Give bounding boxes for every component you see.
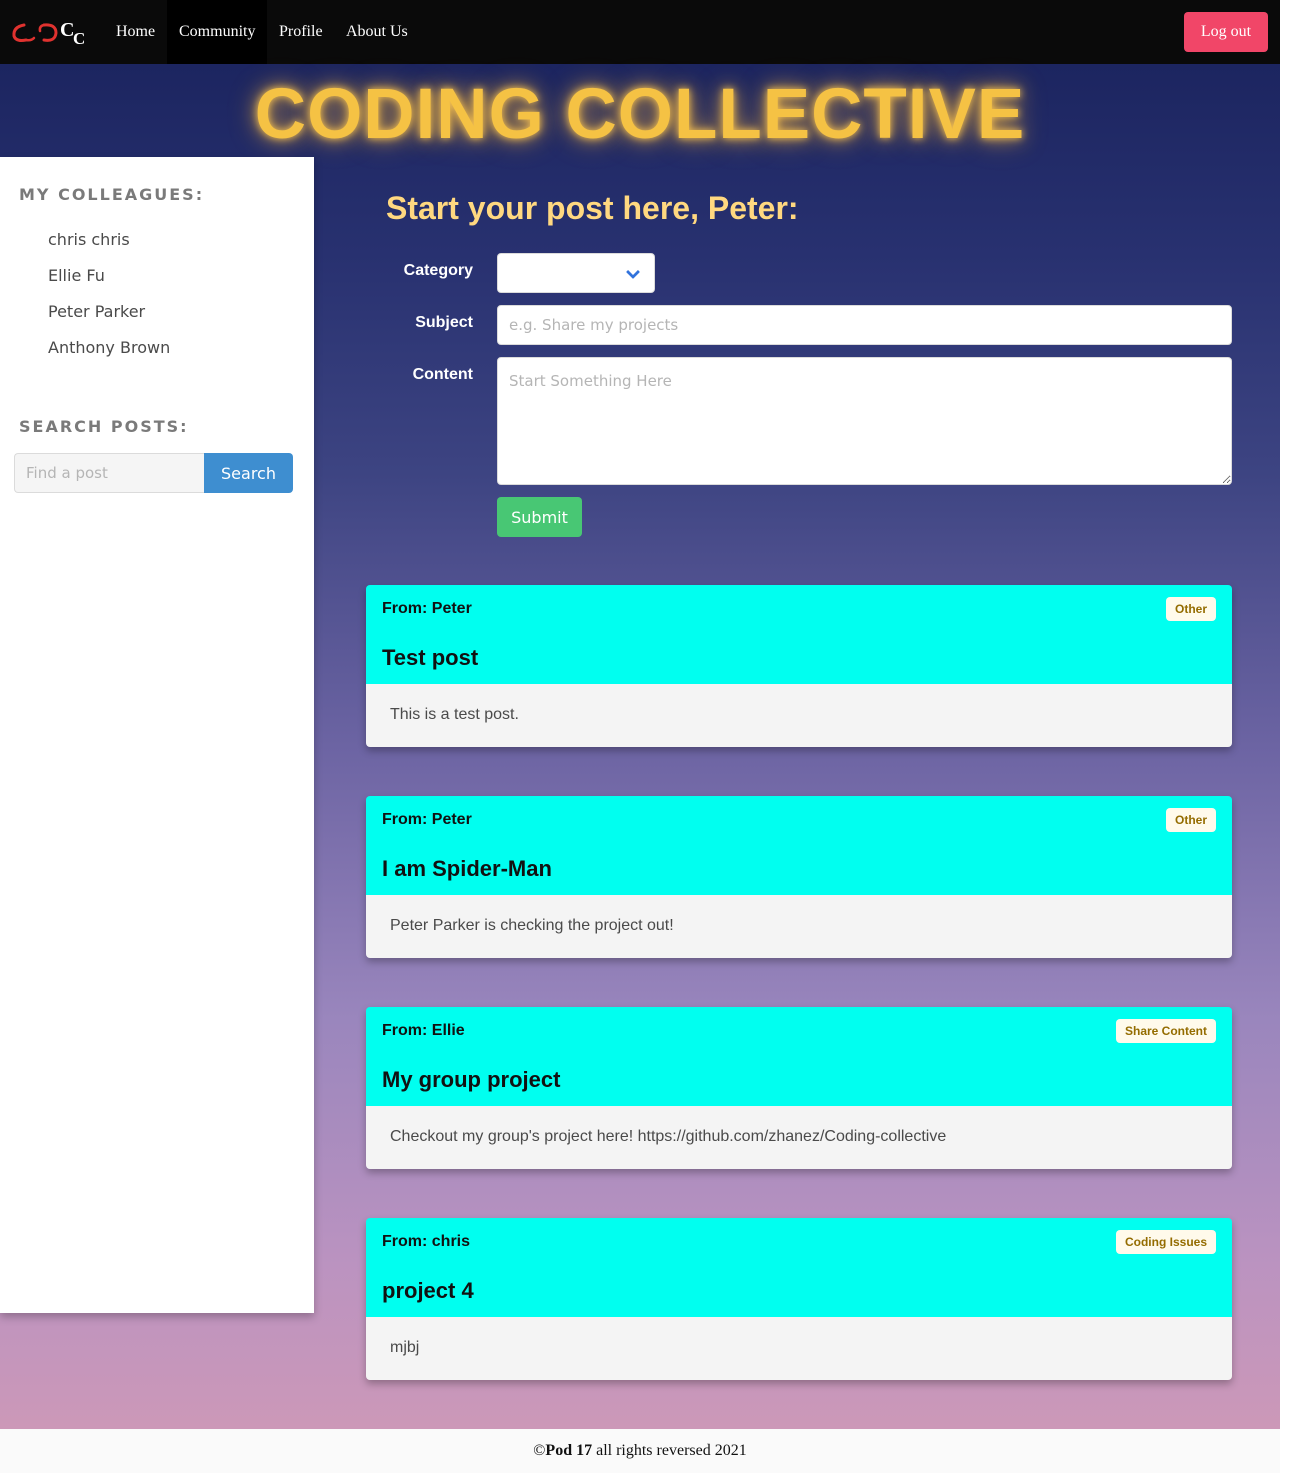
chevron-down-icon — [625, 264, 641, 280]
form-title: Start your post here, Peter: — [386, 190, 799, 226]
nav-profile[interactable]: Profile — [267, 0, 335, 64]
search-button[interactable]: Search — [204, 453, 293, 493]
post-body-text: Peter Parker is checking the project out… — [390, 917, 674, 934]
post-category-tag: Other — [1165, 597, 1216, 621]
search-heading: SEARCH POSTS: — [19, 417, 189, 436]
page-title: CODING COLLECTIVE — [254, 75, 1026, 154]
post-title-bar: I am Spider-Man — [366, 844, 1232, 895]
post-body: Checkout my group's project here! https:… — [366, 1106, 1232, 1169]
footer-text: all rights reversed 2021 — [592, 1442, 747, 1459]
post-body: mjbj — [366, 1317, 1232, 1380]
post-body: This is a test post. — [366, 684, 1232, 747]
footer: ©Pod 17 all rights reversed 2021 — [0, 1429, 1280, 1473]
svg-text:C: C — [73, 29, 85, 48]
colleague-item[interactable]: chris chris — [48, 230, 130, 249]
post-title: Test post — [382, 645, 479, 670]
post-body-text: This is a test post. — [390, 706, 519, 723]
search-input[interactable] — [14, 453, 205, 493]
logout-button[interactable]: Log out — [1184, 12, 1268, 52]
post-title-bar: My group project — [366, 1055, 1232, 1106]
post-author: From: Peter — [382, 811, 472, 828]
post-title: My group project — [382, 1067, 561, 1092]
subject-label: Subject — [415, 314, 473, 331]
post-header: From: Peter Other — [366, 585, 1232, 633]
nav-home[interactable]: Home — [104, 0, 167, 64]
content-textarea[interactable] — [497, 357, 1232, 485]
nav-community[interactable]: Community — [167, 0, 268, 64]
submit-button[interactable]: Submit — [497, 497, 582, 537]
post-author: From: chris — [382, 1233, 471, 1250]
nav-about-us[interactable]: About Us — [334, 0, 420, 64]
content-label: Content — [412, 366, 473, 383]
category-label: Category — [403, 262, 473, 279]
navbar: C C Home Community Profile About Us Log … — [0, 0, 1280, 64]
post-card: From: Ellie Share Content My group proje… — [366, 1007, 1232, 1169]
colleague-item[interactable]: Peter Parker — [48, 302, 145, 321]
post-body: Peter Parker is checking the project out… — [366, 895, 1232, 958]
post-category-tag: Share Content — [1115, 1019, 1216, 1043]
colleague-item[interactable]: Anthony Brown — [48, 338, 170, 357]
post-title: I am Spider-Man — [382, 856, 552, 881]
category-select[interactable] — [497, 253, 655, 293]
footer-brand: Pod 17 — [545, 1442, 593, 1459]
logo-icon[interactable]: C C — [10, 16, 94, 50]
colleagues-heading: MY COLLEAGUES: — [19, 185, 205, 204]
post-header: From: Ellie Share Content — [366, 1007, 1232, 1055]
post-header: From: Peter Other — [366, 796, 1232, 844]
post-header: From: chris Coding Issues — [366, 1218, 1232, 1266]
post-title: project 4 — [382, 1278, 474, 1303]
footer-copyright-symbol: © — [533, 1442, 546, 1459]
post-author: From: Ellie — [382, 1022, 465, 1039]
post-card: From: Peter Other I am Spider-Man Peter … — [366, 796, 1232, 958]
post-card: From: chris Coding Issues project 4 mjbj — [366, 1218, 1232, 1380]
post-author: From: Peter — [382, 600, 472, 617]
subject-input[interactable] — [497, 305, 1232, 345]
post-body-text: mjbj — [390, 1339, 420, 1356]
post-title-bar: project 4 — [366, 1266, 1232, 1317]
post-title-bar: Test post — [366, 633, 1232, 684]
post-card: From: Peter Other Test post This is a te… — [366, 585, 1232, 747]
post-body-text: Checkout my group's project here! https:… — [390, 1128, 947, 1145]
post-category-tag: Coding Issues — [1115, 1230, 1216, 1254]
sidebar: MY COLLEAGUES: chris chris Ellie Fu Pete… — [0, 157, 314, 1313]
post-category-tag: Other — [1165, 808, 1216, 832]
colleague-item[interactable]: Ellie Fu — [48, 266, 105, 285]
